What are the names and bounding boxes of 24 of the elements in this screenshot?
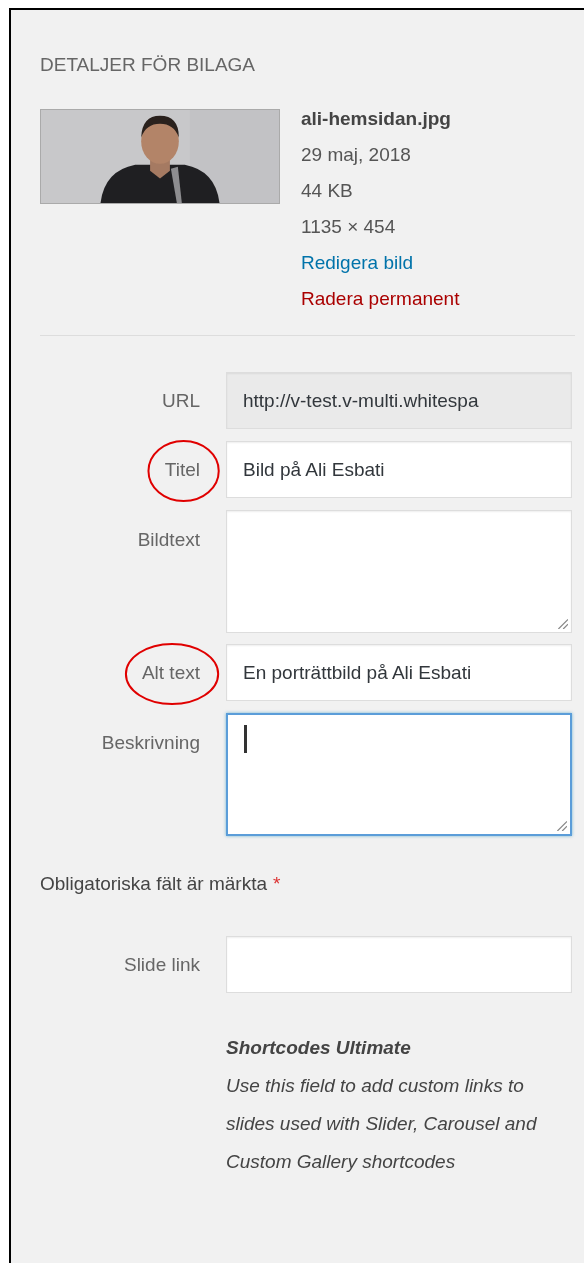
field-label: Alt text <box>141 662 200 683</box>
field-label: Beskrivning <box>101 732 200 753</box>
help-text: Use this field to add custom links to slides used with Slider, Carousel and Custom Gallery shortcodes <box>226 1074 538 1174</box>
edit-image-link[interactable]: Redigera bild <box>301 252 413 273</box>
resize-handle-icon[interactable] <box>555 819 567 831</box>
input-field[interactable]: En porträttbild på Ali Esbati <box>226 644 572 701</box>
input-field[interactable]: http://v-test.v-multi.whitespa <box>226 372 572 429</box>
required-note: Obligatoriska fält är märkta <box>40 873 268 894</box>
text-area[interactable] <box>226 713 572 836</box>
image-dimensions: 1135 × 454 <box>301 215 397 239</box>
resize-handle-icon[interactable] <box>556 617 568 629</box>
upload-date: 29 maj, 2018 <box>301 143 412 167</box>
panel-heading: DETALJER FÖR BILAGA <box>40 53 257 77</box>
field-label: URL <box>162 390 200 411</box>
input-field[interactable]: Bild på Ali Esbati <box>226 441 572 498</box>
file-size: 44 KB <box>301 179 354 203</box>
delete-permanently-link[interactable]: Radera permanent <box>301 288 460 309</box>
required-marker: * <box>273 873 281 894</box>
field-label: Slide link <box>123 954 200 975</box>
input-field[interactable] <box>226 936 572 993</box>
help-title: Shortcodes Ultimate <box>226 1036 412 1060</box>
field-label: Bildtext <box>137 529 200 550</box>
file-name: ali-hemsidan.jpg <box>301 107 452 131</box>
field-label: Titel <box>164 459 200 480</box>
